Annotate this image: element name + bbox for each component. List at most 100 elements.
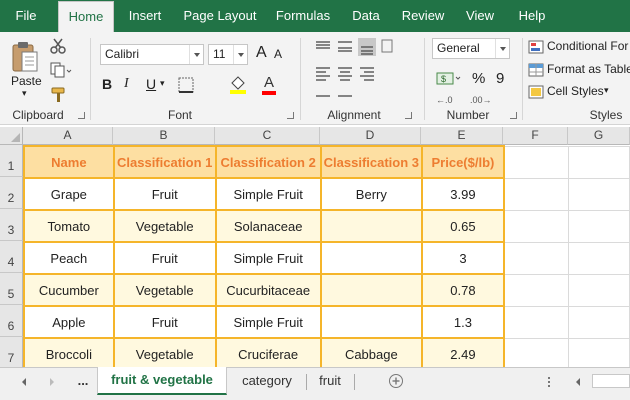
copy-icon[interactable]: [50, 62, 72, 78]
fill-color-icon[interactable]: [228, 75, 250, 95]
table-header-cell[interactable]: Classification 2: [214, 145, 322, 179]
bold-button[interactable]: B: [102, 76, 112, 92]
row-header-7[interactable]: 7: [0, 337, 23, 369]
empty-cell[interactable]: [503, 337, 569, 371]
table-cell[interactable]: Apple: [23, 305, 115, 339]
empty-cell[interactable]: [567, 305, 630, 339]
number-dialog-launcher-icon[interactable]: [510, 112, 517, 119]
empty-cell[interactable]: [503, 241, 569, 275]
table-header-cell[interactable]: Classification 1: [112, 145, 217, 179]
table-cell[interactable]: Simple Fruit: [214, 177, 322, 211]
row-header-2[interactable]: 2: [0, 177, 23, 209]
empty-cell[interactable]: [567, 177, 630, 211]
increase-font-size-icon[interactable]: A: [256, 44, 267, 62]
paste-dropdown-icon[interactable]: ▾: [22, 88, 27, 99]
accounting-format-icon[interactable]: $: [436, 70, 462, 88]
empty-cell[interactable]: [567, 209, 630, 243]
table-cell[interactable]: Vegetable: [112, 209, 217, 243]
table-cell[interactable]: [319, 241, 424, 275]
percent-style-button[interactable]: %: [472, 70, 485, 87]
table-header-cell[interactable]: Name: [23, 145, 115, 179]
underline-button[interactable]: U: [146, 76, 156, 92]
decrease-font-size-icon[interactable]: A: [274, 47, 282, 61]
column-header-c[interactable]: C: [215, 127, 320, 145]
table-cell[interactable]: [319, 209, 424, 243]
row-header-4[interactable]: 4: [0, 241, 23, 273]
font-color-icon[interactable]: A: [264, 74, 274, 91]
cell-styles-icon[interactable]: [528, 85, 544, 99]
paste-icon[interactable]: [10, 40, 40, 74]
table-cell[interactable]: 0.78: [421, 273, 505, 307]
table-cell[interactable]: Cucumber: [23, 273, 115, 307]
table-cell[interactable]: Cabbage: [319, 337, 424, 371]
tab-home[interactable]: Home: [58, 1, 114, 32]
clipboard-dialog-launcher-icon[interactable]: [78, 112, 85, 119]
sheet-tab-fruit[interactable]: fruit: [310, 368, 350, 394]
sheet-tab-category[interactable]: category: [232, 368, 302, 394]
table-cell[interactable]: Fruit: [112, 177, 217, 211]
table-cell[interactable]: [319, 273, 424, 307]
more-sheets-button[interactable]: ...: [72, 368, 94, 394]
table-cell[interactable]: Cucurbitaceae: [214, 273, 322, 307]
table-cell[interactable]: Grape: [23, 177, 115, 211]
row-header-6[interactable]: 6: [0, 305, 23, 337]
table-cell[interactable]: Vegetable: [112, 337, 217, 371]
empty-cell[interactable]: [567, 337, 630, 371]
empty-cell[interactable]: [503, 273, 569, 307]
italic-button[interactable]: I: [124, 76, 129, 92]
empty-cell[interactable]: [503, 177, 569, 211]
chevron-down-icon[interactable]: ▾: [604, 85, 609, 96]
comma-style-button[interactable]: 9: [496, 70, 504, 87]
decimal-adjust-icons[interactable]: ←.0 .00→: [436, 92, 506, 106]
table-cell[interactable]: 3.99: [421, 177, 505, 211]
tab-split-handle[interactable]: [545, 375, 553, 389]
format-as-table-button[interactable]: Format as Table: [547, 62, 630, 76]
column-header-f[interactable]: F: [503, 127, 568, 145]
column-header-e[interactable]: E: [421, 127, 503, 145]
horizontal-scroll-left-icon[interactable]: [574, 377, 582, 387]
column-header-g[interactable]: G: [568, 127, 630, 145]
alignment-icons[interactable]: [314, 38, 394, 104]
table-cell[interactable]: Peach: [23, 241, 115, 275]
empty-cell[interactable]: [567, 273, 630, 307]
conditional-formatting-button[interactable]: Conditional For: [547, 39, 628, 53]
empty-cell[interactable]: [567, 145, 630, 179]
scroll-right-icon[interactable]: [48, 377, 56, 387]
table-cell[interactable]: Tomato: [23, 209, 115, 243]
table-cell[interactable]: 1.3: [421, 305, 505, 339]
conditional-formatting-icon[interactable]: [528, 40, 544, 54]
tab-insert[interactable]: Insert: [122, 0, 168, 32]
column-header-d[interactable]: D: [320, 127, 421, 145]
chevron-down-icon[interactable]: [189, 45, 203, 64]
horizontal-scrollbar[interactable]: [592, 374, 630, 388]
font-name-select[interactable]: Calibri: [100, 44, 204, 65]
tab-page-layout[interactable]: Page Layout: [178, 0, 262, 32]
format-as-table-icon[interactable]: [528, 63, 544, 77]
table-cell[interactable]: 0.65: [421, 209, 505, 243]
number-format-select[interactable]: General: [432, 38, 510, 59]
table-header-cell[interactable]: Classification 3: [319, 145, 424, 179]
tab-help[interactable]: Help: [510, 0, 554, 32]
cut-icon[interactable]: [50, 38, 66, 54]
empty-cell[interactable]: [503, 209, 569, 243]
select-all-corner[interactable]: [0, 127, 23, 145]
table-cell[interactable]: 3: [421, 241, 505, 275]
chevron-down-icon[interactable]: [495, 39, 509, 58]
row-header-5[interactable]: 5: [0, 273, 23, 305]
empty-cell[interactable]: [567, 241, 630, 275]
table-cell[interactable]: Simple Fruit: [214, 305, 322, 339]
tab-formulas[interactable]: Formulas: [270, 0, 336, 32]
column-header-a[interactable]: A: [23, 127, 113, 145]
chevron-down-icon[interactable]: ▾: [160, 78, 165, 89]
font-dialog-launcher-icon[interactable]: [287, 112, 294, 119]
table-header-cell[interactable]: Price($/lb): [421, 145, 505, 179]
chevron-down-icon[interactable]: [233, 45, 247, 64]
row-header-3[interactable]: 3: [0, 209, 23, 241]
format-painter-icon[interactable]: [50, 86, 68, 104]
table-cell[interactable]: Fruit: [112, 241, 217, 275]
tab-review[interactable]: Review: [396, 0, 450, 32]
font-size-select[interactable]: 11: [208, 44, 248, 65]
tab-file[interactable]: File: [6, 0, 46, 32]
paste-label[interactable]: Paste: [11, 74, 42, 88]
table-cell[interactable]: Berry: [319, 177, 424, 211]
